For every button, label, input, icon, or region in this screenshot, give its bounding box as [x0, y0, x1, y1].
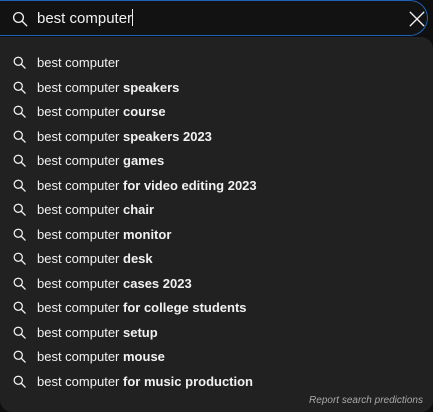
suggestion-text: best computer speakers 2023 — [37, 125, 212, 149]
suggestion-item[interactable]: best computer mouse — [0, 345, 433, 369]
suggestion-prefix: best computer — [37, 104, 123, 119]
suggestion-item[interactable]: best computer — [0, 51, 433, 75]
suggestion-text: best computer chair — [37, 198, 154, 222]
suggestion-text: best computer speakers — [37, 76, 179, 100]
suggestion-item[interactable]: best computer desk — [0, 247, 433, 271]
suggestion-item[interactable]: best computer for video editing 2023 — [0, 174, 433, 198]
suggestion-item[interactable]: best computer speakers 2023 — [0, 125, 433, 149]
suggestion-text: best computer cases 2023 — [37, 272, 192, 296]
search-icon — [13, 179, 26, 192]
search-icon — [13, 56, 26, 69]
search-icon — [13, 326, 26, 339]
suggestion-item[interactable]: best computer monitor — [0, 223, 433, 247]
search-icon — [12, 11, 28, 27]
suggestion-text: best computer for college students — [37, 296, 247, 320]
suggestion-item[interactable]: best computer speakers — [0, 76, 433, 100]
suggestion-prefix: best computer — [37, 374, 123, 389]
suggestion-completion: course — [123, 104, 166, 119]
suggestion-completion: desk — [123, 251, 153, 266]
suggestion-completion: for music production — [123, 374, 253, 389]
search-icon — [13, 350, 26, 363]
suggestion-completion: cases 2023 — [123, 276, 192, 291]
suggestion-text: best computer games — [37, 149, 164, 173]
suggestion-item[interactable]: best computer for college students — [0, 296, 433, 320]
search-icon — [13, 375, 26, 388]
suggestion-item[interactable]: best computer chair — [0, 198, 433, 222]
suggestion-text: best computer monitor — [37, 223, 171, 247]
text-caret — [132, 9, 134, 26]
suggestion-text: best computer for music production — [37, 370, 253, 394]
search-icon — [13, 203, 26, 216]
suggestion-completion: speakers — [123, 80, 180, 95]
suggestion-completion: setup — [123, 325, 158, 340]
suggestion-prefix: best computer — [37, 178, 123, 193]
suggestion-text: best computer — [37, 51, 119, 75]
search-bar[interactable]: best computer — [0, 0, 428, 36]
suggestion-prefix: best computer — [37, 251, 123, 266]
suggestion-item[interactable]: best computer for music production — [0, 370, 433, 394]
suggestion-text: best computer for video editing 2023 — [37, 174, 257, 198]
suggestion-text: best computer desk — [37, 247, 153, 271]
suggestion-completion: for college students — [123, 300, 247, 315]
suggestion-item[interactable]: best computer games — [0, 149, 433, 173]
suggestion-completion: chair — [123, 202, 155, 217]
search-icon — [13, 301, 26, 314]
suggestion-item[interactable]: best computer setup — [0, 321, 433, 345]
search-icon — [13, 130, 26, 143]
suggestion-prefix: best computer — [37, 80, 123, 95]
suggestion-completion: for video editing 2023 — [123, 178, 257, 193]
close-icon[interactable] — [408, 10, 426, 28]
suggestion-text: best computer mouse — [37, 345, 165, 369]
suggestion-text: best computer course — [37, 100, 166, 124]
suggestion-completion: mouse — [123, 349, 165, 364]
search-icon — [13, 277, 26, 290]
suggestion-completion: games — [123, 153, 165, 168]
suggestion-prefix: best computer — [37, 129, 123, 144]
suggestion-item[interactable]: best computer course — [0, 100, 433, 124]
search-input[interactable]: best computer — [37, 7, 387, 31]
suggestion-prefix: best computer — [37, 202, 123, 217]
suggestions-dropdown: Report search predictions best computer b… — [0, 37, 433, 412]
report-search-predictions-link[interactable]: Report search predictions — [309, 395, 423, 406]
suggestion-completion: monitor — [123, 227, 172, 242]
search-input-value: best computer — [37, 10, 133, 27]
suggestion-prefix: best computer — [37, 325, 123, 340]
suggestion-text: best computer setup — [37, 321, 158, 345]
suggestion-prefix: best computer — [37, 349, 123, 364]
search-icon — [13, 105, 26, 118]
suggestion-completion: speakers 2023 — [123, 129, 212, 144]
search-icon — [13, 81, 26, 94]
suggestion-prefix: best computer — [37, 55, 120, 70]
suggestion-prefix: best computer — [37, 276, 123, 291]
suggestion-prefix: best computer — [37, 227, 123, 242]
search-icon — [13, 252, 26, 265]
suggestion-item[interactable]: best computer cases 2023 — [0, 272, 433, 296]
search-icon — [13, 154, 26, 167]
search-icon — [13, 228, 26, 241]
suggestion-prefix: best computer — [37, 300, 123, 315]
suggestion-prefix: best computer — [37, 153, 123, 168]
